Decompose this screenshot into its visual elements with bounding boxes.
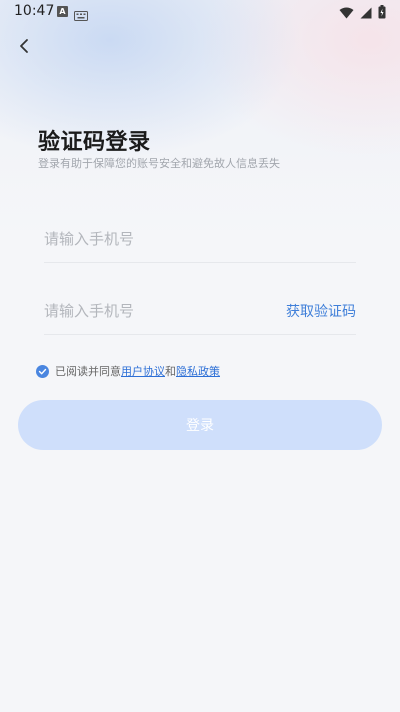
page-title: 验证码登录 — [38, 130, 151, 155]
status-bar: 10:47 A — [0, 0, 400, 24]
battery-icon — [378, 4, 386, 23]
login-button[interactable]: 登录 — [18, 400, 382, 450]
code-input[interactable] — [44, 302, 286, 320]
signal-icon — [360, 4, 372, 23]
code-field: 获取验证码 — [44, 288, 356, 335]
check-icon — [38, 368, 47, 374]
agreement-row: 已阅读并同意 用户协议 和 隐私政策 — [36, 363, 220, 379]
wifi-icon — [339, 4, 354, 23]
chevron-left-icon — [18, 38, 30, 58]
user-agreement-link[interactable]: 用户协议 — [121, 363, 165, 379]
phone-input[interactable] — [44, 230, 356, 248]
background-gradient — [0, 0, 400, 240]
status-time: 10:47 — [14, 3, 55, 19]
privacy-policy-link[interactable]: 隐私政策 — [176, 363, 220, 379]
agreement-prefix: 已阅读并同意 — [55, 365, 121, 378]
back-button[interactable] — [10, 34, 38, 62]
phone-field — [44, 216, 356, 263]
keyboard-icon — [74, 6, 88, 25]
page-subtitle: 登录有助于保障您的账号安全和避免故人信息丢失 — [38, 157, 280, 170]
agreement-and: 和 — [165, 365, 176, 378]
notification-a-icon: A — [57, 6, 68, 17]
get-code-button[interactable]: 获取验证码 — [286, 301, 356, 321]
agreement-checkbox[interactable] — [36, 364, 49, 378]
